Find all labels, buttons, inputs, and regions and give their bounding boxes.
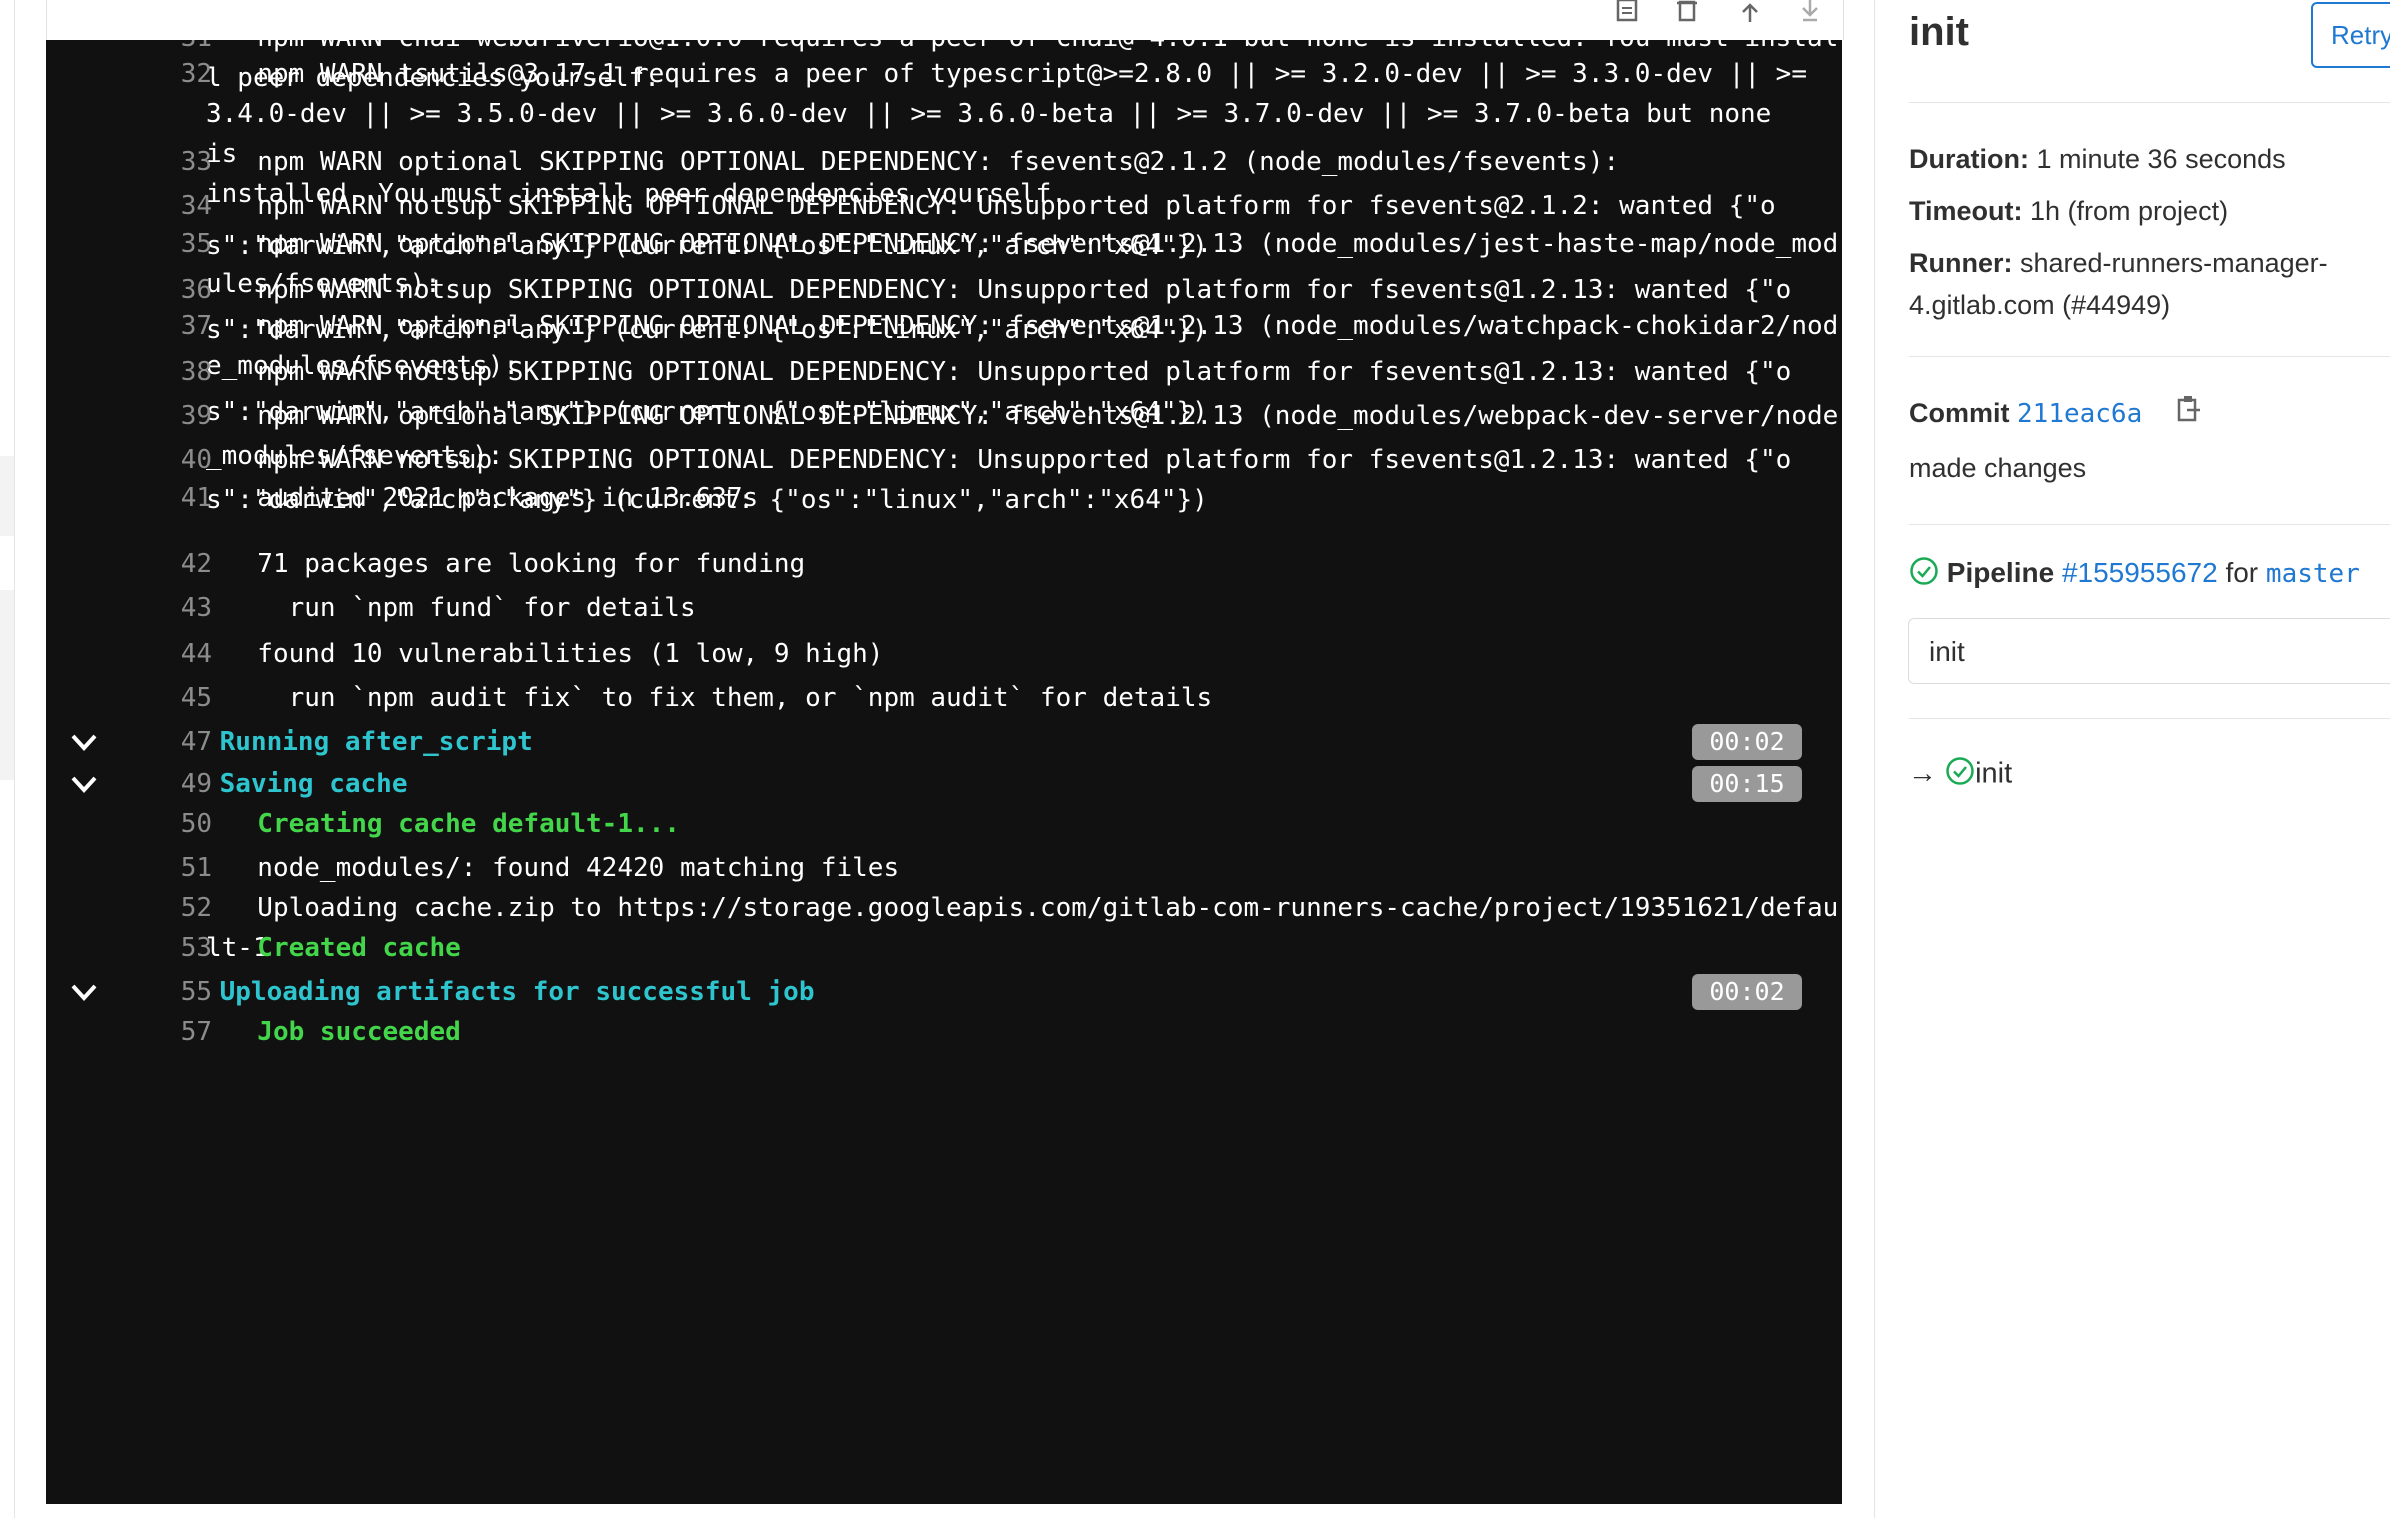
copy-commit-sha-icon[interactable] bbox=[2176, 394, 2202, 429]
line-text: Saving cache bbox=[204, 769, 408, 799]
line-text: Running after_script bbox=[204, 727, 533, 757]
line-number[interactable]: 52 bbox=[126, 888, 212, 928]
scroll-bottom-icon[interactable] bbox=[1799, 0, 1821, 24]
divider bbox=[1909, 356, 2390, 357]
line-text: Job succeeded bbox=[226, 1017, 461, 1047]
success-status-icon bbox=[1945, 756, 1975, 794]
line-text: npm WARN notsup SKIPPING OPTIONAL DEPEND… bbox=[226, 191, 1776, 221]
chevron-down-icon[interactable] bbox=[70, 732, 100, 762]
line-number[interactable]: 39 bbox=[126, 396, 212, 436]
line-text: found 10 vulnerabilities (1 low, 9 high) bbox=[226, 639, 884, 669]
line-text: npm WARN optional SKIPPING OPTIONAL DEPE… bbox=[226, 147, 1620, 177]
line-number[interactable]: 49 bbox=[126, 764, 212, 804]
pipeline-label: Pipeline bbox=[1946, 556, 2055, 588]
line-text: npm WARN optional SKIPPING OPTIONAL DEPE… bbox=[226, 401, 1839, 431]
runner-value-cont: 4.gitlab.com (#44949) bbox=[1909, 290, 2171, 320]
chevron-down-icon[interactable] bbox=[70, 982, 100, 1012]
runner-row: Runner: shared-runners-manager- 4.gitlab… bbox=[1909, 242, 2328, 326]
line-number[interactable]: 37 bbox=[126, 306, 212, 346]
duration-value: 1 minute 36 seconds bbox=[2028, 144, 2286, 174]
line-text: Uploading cache.zip to https://storage.g… bbox=[226, 893, 1839, 923]
log-toolbar bbox=[46, 0, 1844, 40]
line-number[interactable]: 35 bbox=[126, 224, 212, 264]
chevron-down-icon[interactable] bbox=[70, 774, 100, 804]
pipeline-link[interactable]: #155955672 bbox=[2062, 557, 2218, 588]
line-number[interactable]: 43 bbox=[126, 588, 212, 628]
duration-label: Duration: bbox=[1909, 144, 2029, 174]
line-text: run `npm audit fix` to fix them, or `npm… bbox=[226, 683, 1213, 713]
job-title: init bbox=[1909, 10, 1969, 54]
line-number[interactable]: 40 bbox=[126, 440, 212, 480]
line-text: Uploading artifacts for successful job bbox=[204, 977, 815, 1007]
nav-shade bbox=[0, 590, 14, 780]
current-job-arrow-icon: → bbox=[1908, 757, 1937, 790]
line-text: npm WARN notsup SKIPPING OPTIONAL DEPEND… bbox=[226, 275, 1792, 305]
line-number[interactable]: 44 bbox=[126, 634, 212, 674]
line-number[interactable]: 50 bbox=[126, 804, 212, 844]
divider bbox=[1909, 718, 2390, 719]
line-number[interactable]: 32 bbox=[126, 54, 212, 94]
line-text: node_modules/: found 42420 matching file… bbox=[226, 853, 900, 883]
line-number[interactable]: 34 bbox=[126, 186, 212, 226]
page-left-edge bbox=[0, 0, 15, 1518]
line-number[interactable]: 45 bbox=[126, 678, 212, 718]
timeout-value: 1h (from project) bbox=[2022, 196, 2229, 226]
commit-sha-link[interactable]: 211eac6a bbox=[2017, 399, 2142, 429]
section-duration-badge: 00:15 bbox=[1692, 766, 1802, 802]
commit-message: made changes bbox=[1909, 453, 2087, 483]
timeout-row: Timeout: 1h (from project) bbox=[1909, 190, 2228, 232]
erase-log-icon[interactable] bbox=[1675, 0, 1699, 24]
line-number[interactable]: 53 bbox=[126, 928, 212, 968]
commit-row: Commit 211eac6a bbox=[1909, 392, 2142, 435]
pipeline-for: for bbox=[2225, 556, 2259, 588]
line-number[interactable]: 41 bbox=[126, 478, 212, 518]
scroll-top-icon[interactable] bbox=[1739, 0, 1761, 24]
line-number[interactable]: 36 bbox=[126, 270, 212, 310]
duration-row: Duration: 1 minute 36 seconds bbox=[1909, 138, 2286, 180]
line-number[interactable]: 47 bbox=[126, 722, 212, 762]
raw-log-icon[interactable] bbox=[1615, 0, 1639, 24]
divider bbox=[1909, 102, 2390, 103]
line-text: run `npm fund` for details bbox=[226, 593, 696, 623]
commit-label: Commit bbox=[1909, 398, 2010, 428]
job-list-item[interactable]: → init bbox=[1908, 756, 2012, 794]
stage-dropdown[interactable]: init bbox=[1908, 618, 2390, 684]
line-number[interactable]: 55 bbox=[126, 972, 212, 1012]
line-number[interactable]: 38 bbox=[126, 352, 212, 392]
runner-label: Runner: bbox=[1909, 248, 2013, 278]
line-text: npm WARN notsup SKIPPING OPTIONAL DEPEND… bbox=[226, 357, 1792, 387]
runner-value: shared-runners-manager- bbox=[2012, 248, 2328, 278]
line-number[interactable]: 42 bbox=[126, 544, 212, 584]
line-text: npm WARN notsup SKIPPING OPTIONAL DEPEND… bbox=[226, 445, 1792, 475]
line-text: Creating cache default-1... bbox=[226, 809, 680, 839]
line-text: npm WARN tsutils@3.17.1 requires a peer … bbox=[226, 59, 1823, 89]
line-text: npm WARN optional SKIPPING OPTIONAL DEPE… bbox=[226, 311, 1839, 341]
timeout-label: Timeout: bbox=[1909, 196, 2023, 226]
job-name: init bbox=[1975, 757, 2013, 790]
line-text: audited 2021 packages in 13.637s bbox=[226, 483, 759, 513]
success-status-icon bbox=[1909, 556, 1939, 593]
section-duration-badge: 00:02 bbox=[1692, 974, 1802, 1010]
line-number[interactable]: 33 bbox=[126, 142, 212, 182]
pipeline-row: Pipeline #155955672 for master bbox=[1909, 556, 2360, 593]
retry-button[interactable]: Retry bbox=[2311, 2, 2390, 68]
branch-link[interactable]: master bbox=[2266, 559, 2360, 589]
nav-shade bbox=[0, 456, 14, 536]
divider bbox=[1909, 524, 2390, 525]
line-text: 71 packages are looking for funding bbox=[226, 549, 806, 579]
line-number[interactable]: 51 bbox=[126, 848, 212, 888]
line-text: Created cache bbox=[226, 933, 461, 963]
line-text: npm WARN optional SKIPPING OPTIONAL DEPE… bbox=[226, 229, 1839, 259]
line-number[interactable]: 57 bbox=[126, 1012, 212, 1052]
section-duration-badge: 00:02 bbox=[1692, 724, 1802, 760]
job-log: 31 npm WARN chai-webdriverio@1.0.0 requi… bbox=[46, 40, 1842, 1504]
